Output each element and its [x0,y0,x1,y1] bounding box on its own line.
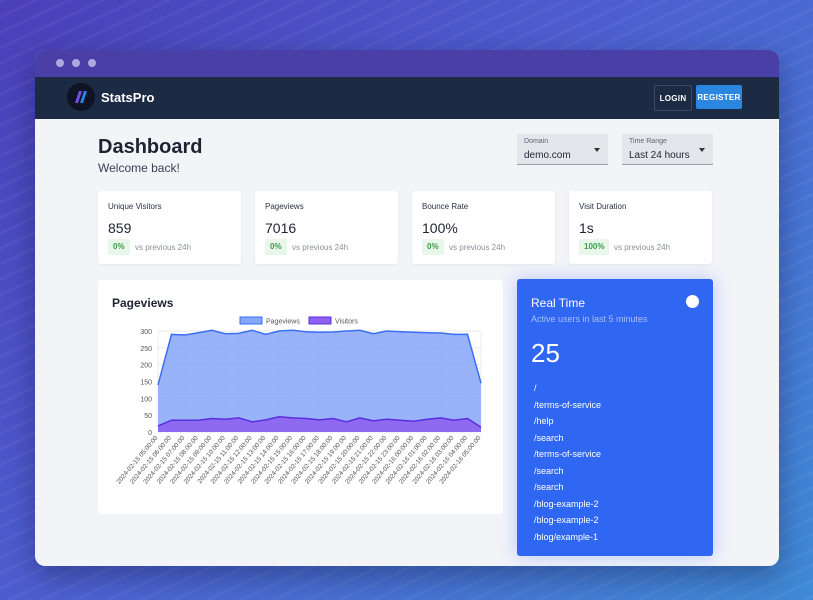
realtime-title: Real Time [531,296,586,310]
domain-select-value: demo.com [524,150,571,161]
stat-card-pageviews: Pageviews 7016 0% vs previous 24h [255,191,398,264]
stat-compare-text: vs previous 24h [449,243,506,252]
window-close-dot[interactable] [56,59,64,67]
stat-value: 1s [579,220,594,236]
chevron-down-icon [699,148,705,152]
window-titlebar [35,50,779,77]
realtime-page-item[interactable]: /search [534,479,601,496]
realtime-page-list: //terms-of-service/help/search/terms-of-… [534,380,601,545]
stat-delta-badge: 0% [265,239,287,255]
time-range-select-label: Time Range [629,138,667,145]
window-minimize-dot[interactable] [72,59,80,67]
y-tick-label: 100 [140,396,152,403]
stat-compare-text: vs previous 24h [135,243,192,252]
brand-name[interactable]: StatsPro [101,90,154,105]
realtime-card: Real Time Active users in last 5 minutes… [517,279,713,556]
logo-icon[interactable] [67,83,95,111]
chevron-down-icon [594,148,600,152]
realtime-toggle[interactable] [686,295,699,308]
stat-compare-text: vs previous 24h [614,243,671,252]
navbar: StatsPro LOGIN REGISTER [35,77,779,119]
welcome-text: Welcome back! [98,161,180,175]
stat-delta-badge: 0% [108,239,130,255]
realtime-subtitle: Active users in last 5 minutes [531,314,648,324]
realtime-page-item[interactable]: /search [534,430,601,447]
stat-title: Unique Visitors [108,202,162,211]
pageviews-chart-card: Pageviews 0 50 100 150 200 250 300 2024-02-15 0… [98,280,503,514]
realtime-page-item[interactable]: /blog-example-2 [534,496,601,513]
stat-card-unique-visitors: Unique Visitors 859 0% vs previous 24h [98,191,241,264]
pageviews-chart: 0501001502002503002024-02-15 05:00:00202… [115,316,483,486]
stat-value: 100% [422,220,458,236]
realtime-page-item[interactable]: /terms-of-service [534,397,601,414]
stat-delta-badge: 0% [422,239,444,255]
browser-window: StatsPro LOGIN REGISTER Dashboard Welcom… [35,50,779,566]
legend-label[interactable]: Visitors [335,319,358,326]
realtime-count: 25 [531,338,560,368]
y-tick-label: 300 [140,329,152,336]
realtime-page-item[interactable]: / [534,380,601,397]
realtime-page-item[interactable]: /help [534,413,601,430]
domain-select[interactable]: Domain demo.com [517,134,608,165]
realtime-page-item[interactable]: /blog/example-1 [534,529,601,546]
stat-compare-text: vs previous 24h [292,243,349,252]
login-button[interactable]: LOGIN [654,85,692,111]
register-button[interactable]: REGISTER [696,85,742,109]
stat-title: Pageviews [265,202,304,211]
stat-card-bounce-rate: Bounce Rate 100% 0% vs previous 24h [412,191,555,264]
page-title: Dashboard [98,136,203,158]
legend-swatch-visitors[interactable] [308,316,332,325]
stat-value: 7016 [265,220,297,236]
stat-value: 859 [108,220,132,236]
legend-label[interactable]: Pageviews [266,319,300,326]
domain-select-label: Domain [524,138,549,145]
realtime-page-item[interactable]: /search [534,463,601,480]
time-range-select-value: Last 24 hours [629,150,690,161]
stat-delta-badge: 100% [579,239,610,255]
realtime-page-item[interactable]: /terms-of-service [534,446,601,463]
series-area-pageviews [158,330,481,432]
stat-title: Visit Duration [579,202,627,211]
legend-swatch-pageviews[interactable] [239,316,263,325]
y-tick-label: 50 [144,413,152,420]
realtime-page-item[interactable]: /blog-example-2 [534,512,601,529]
y-tick-label: 0 [148,430,152,437]
y-tick-label: 200 [140,363,152,370]
stat-title: Bounce Rate [422,202,469,211]
window-maximize-dot[interactable] [88,59,96,67]
stat-card-visit-duration: Visit Duration 1s 100% vs previous 24h [569,191,712,264]
y-tick-label: 150 [140,380,152,387]
time-range-select[interactable]: Time Range Last 24 hours [622,134,713,165]
y-tick-label: 250 [140,346,152,353]
